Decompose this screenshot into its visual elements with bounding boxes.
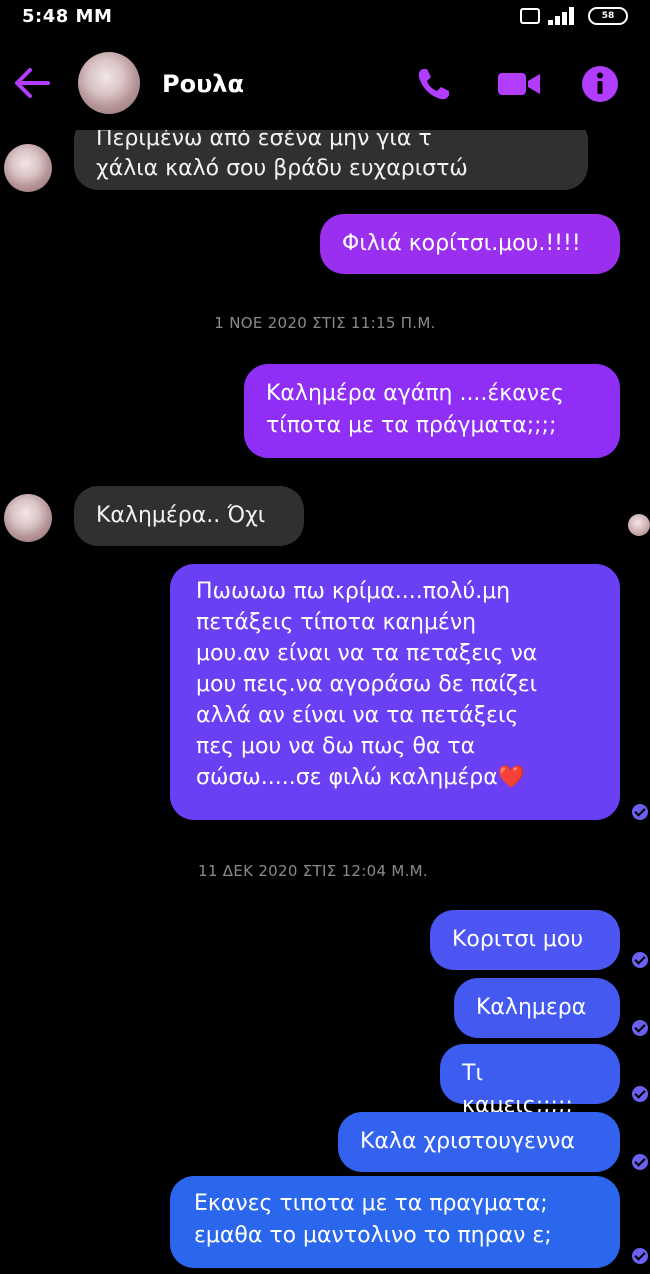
contact-avatar[interactable] [78,52,140,114]
delivered-icon [632,952,648,968]
battery-icon: 58 [588,7,628,25]
delivered-icon [632,804,648,820]
message-text: Περιμένω από εσένα μην για τ χάλια καλό … [96,130,468,181]
phone-icon[interactable] [414,64,454,104]
message-bubble[interactable]: Περιμένω από εσένα μην για τ χάλια καλό … [74,130,588,190]
contact-avatar-small [4,144,52,192]
message-bubble[interactable]: Φιλιά κορίτσι.μου.!!!! [320,214,620,274]
message-bubble[interactable]: Καλα χριστουγεννα [338,1112,620,1172]
status-bar: 5:48 MM 58 [0,0,650,36]
delivered-icon [632,1086,648,1102]
message-text: Καλημέρα αγάπη ....έκανες τίποτα με τα π… [266,381,564,438]
chat-header: Ρουλα [0,36,650,130]
message-text: Καλημερα [476,995,587,1020]
message-bubble[interactable]: Κοριτσι μου [430,910,620,970]
contact-avatar-small [4,494,52,542]
message-bubble[interactable]: Εκανες τιποτα με τα πραγματα; εμαθα το μ… [170,1176,620,1268]
status-icons: 58 [520,7,628,25]
status-time: 5:48 MM [22,6,113,27]
timestamp: 1 ΝΟΕ 2020 ΣΤΙΣ 11:15 Π.Μ. [214,314,436,332]
message-bubble[interactable]: Καλημερα [454,978,620,1038]
seen-avatar [628,514,650,536]
message-text: Καλα χριστουγεννα [360,1129,575,1154]
message-text: Πωωωω πω κρίμα....πολύ.μη πετάξεις τίποτ… [196,579,538,790]
delivered-icon [632,1248,648,1264]
message-bubble[interactable]: Πωωωω πω κρίμα....πολύ.μη πετάξεις τίποτ… [170,564,620,820]
sim-icon [520,8,540,24]
message-list[interactable]: Περιμένω από εσένα μην για τ χάλια καλό … [0,130,650,1274]
message-text: Εκανες τιποτα με τα πραγματα; εμαθα το μ… [194,1191,552,1248]
delivered-icon [632,1154,648,1170]
message-text: Καλημέρα.. Όχι [96,503,266,528]
message-bubble[interactable]: Τι καμεις;;;;; [440,1044,620,1118]
message-text: Κοριτσι μου [452,927,584,952]
info-icon[interactable] [580,64,620,104]
signal-icon [548,7,580,25]
message-bubble[interactable]: Καλημέρα.. Όχι [74,486,304,546]
delivered-icon [632,1020,648,1036]
message-text: Φιλιά κορίτσι.μου.!!!! [342,231,581,256]
message-bubble[interactable]: Καλημέρα αγάπη ....έκανες τίποτα με τα π… [244,364,620,458]
contact-name[interactable]: Ρουλα [162,70,244,98]
video-call-icon[interactable] [496,64,542,104]
back-arrow-icon[interactable] [12,66,52,100]
timestamp: 11 ΔΕΚ 2020 ΣΤΙΣ 12:04 Μ.Μ. [198,862,428,880]
